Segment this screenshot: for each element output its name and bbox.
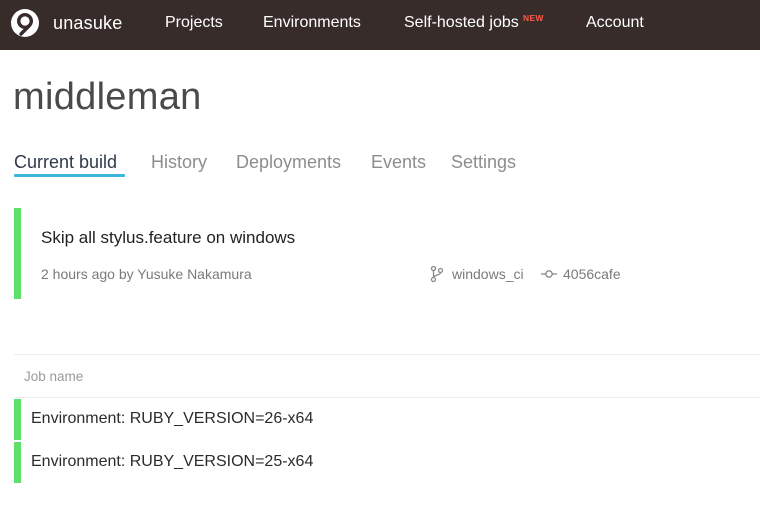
project-title: middleman	[13, 76, 202, 118]
tab-events[interactable]: Events	[371, 152, 426, 173]
build-branch[interactable]: windows_ci	[452, 266, 524, 282]
tab-deployments[interactable]: Deployments	[236, 152, 341, 173]
job-name-column-header: Job name	[24, 369, 84, 384]
build-commit-message[interactable]: Skip all stylus.feature on windows	[41, 228, 295, 248]
job-name[interactable]: Environment: RUBY_VERSION=26-x64	[31, 410, 313, 428]
nav-account[interactable]: Account	[586, 14, 644, 32]
branch-icon	[430, 265, 444, 283]
build-status-stripe	[14, 208, 21, 299]
active-tab-indicator	[14, 174, 125, 177]
divider	[14, 397, 760, 398]
job-row[interactable]: Environment: RUBY_VERSION=25-x64	[14, 442, 760, 483]
nav-self-hosted-jobs[interactable]: Self-hosted jobs	[404, 14, 519, 32]
job-name[interactable]: Environment: RUBY_VERSION=25-x64	[31, 453, 313, 471]
account-brand-name[interactable]: unasuke	[53, 13, 122, 34]
top-navbar: unasuke Projects Environments Self-hoste…	[0, 0, 760, 50]
appveyor-logo-icon[interactable]	[10, 8, 40, 38]
commit-icon	[541, 270, 557, 278]
tab-current-build[interactable]: Current build	[14, 152, 117, 173]
tab-history[interactable]: History	[151, 152, 207, 173]
current-build-card[interactable]: Skip all stylus.feature on windows 2 hou…	[14, 208, 760, 299]
nav-environments[interactable]: Environments	[263, 14, 361, 32]
divider	[14, 354, 760, 355]
build-meta: 2 hours ago by Yusuke Nakamura	[41, 266, 252, 282]
job-row[interactable]: Environment: RUBY_VERSION=26-x64	[14, 399, 760, 440]
tab-settings[interactable]: Settings	[451, 152, 516, 173]
job-status-stripe	[14, 442, 21, 483]
build-commit-hash[interactable]: 4056cafe	[563, 266, 621, 282]
nav-projects[interactable]: Projects	[165, 14, 223, 32]
new-badge: NEW	[523, 13, 544, 23]
job-status-stripe	[14, 399, 21, 440]
